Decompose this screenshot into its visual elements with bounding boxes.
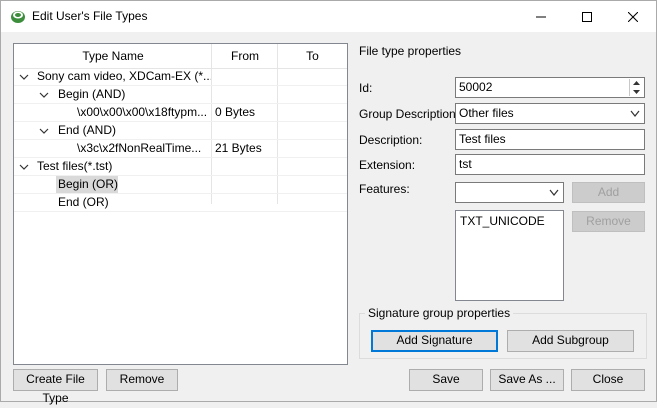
add-subgroup-button[interactable]: Add Subgroup: [507, 330, 634, 352]
features-list[interactable]: TXT_UNICODE: [455, 210, 564, 301]
spinner-buttons[interactable]: [629, 79, 643, 96]
window-title: Edit User's File Types: [32, 9, 148, 23]
chevron-down-icon[interactable]: [19, 162, 29, 172]
tree-row-selected[interactable]: Begin (OR): [14, 176, 347, 194]
add-feature-button[interactable]: Add: [572, 182, 645, 203]
row-type-name: \x3c\x2fNonRealTime...: [77, 141, 202, 155]
extension-field[interactable]: tst: [455, 154, 645, 175]
group-description-combo[interactable]: Other files: [455, 103, 645, 124]
tree-row[interactable]: Sony cam video, XDCam-EX (*...: [14, 68, 347, 86]
remove-file-type-button[interactable]: Remove: [106, 369, 178, 391]
chevron-down-icon[interactable]: [630, 110, 640, 118]
tree-row[interactable]: \x3c\x2fNonRealTime... 21 Bytes: [14, 140, 347, 158]
id-value: 50002: [459, 80, 493, 94]
row-type-name: Test files(*.tst): [37, 159, 113, 173]
signature-group-title: Signature group properties: [365, 306, 514, 320]
list-item[interactable]: TXT_UNICODE: [460, 214, 545, 228]
row-type-name: Begin (AND): [58, 87, 126, 101]
description-field[interactable]: Test files: [455, 129, 645, 150]
column-header-from[interactable]: From: [212, 44, 278, 68]
remove-feature-button[interactable]: Remove: [572, 211, 645, 232]
tree-row[interactable]: Test files(*.tst): [14, 158, 347, 176]
row-type-name: \x00\x00\x00\x18ftypm...: [77, 105, 208, 119]
add-signature-button[interactable]: Add Signature: [371, 330, 498, 352]
create-file-type-button[interactable]: Create File Type: [13, 369, 98, 405]
chevron-down-icon[interactable]: [19, 72, 29, 82]
spin-up-icon[interactable]: [630, 79, 643, 87]
tree-row[interactable]: End (AND): [14, 122, 347, 140]
id-spinner[interactable]: 50002: [455, 77, 645, 98]
features-label: Features:: [359, 182, 410, 196]
save-button[interactable]: Save: [409, 369, 483, 391]
edit-file-types-window: Edit User's File Types Type Name From To…: [0, 0, 657, 405]
tree-header: Type Name From To: [14, 44, 347, 69]
column-header-to[interactable]: To: [278, 44, 347, 68]
row-from: 21 Bytes: [215, 141, 262, 155]
properties-heading: File type properties: [359, 44, 462, 58]
title-bar[interactable]: Edit User's File Types: [1, 1, 656, 32]
group-description-value: Other files: [459, 106, 514, 120]
close-icon: [628, 11, 638, 22]
extension-label: Extension:: [359, 158, 416, 172]
row-type-name: Sony cam video, XDCam-EX (*...: [37, 69, 211, 83]
group-description-label: Group Description:: [359, 107, 460, 121]
close-button[interactable]: Close: [571, 369, 645, 391]
tree-row[interactable]: End (OR): [14, 194, 347, 212]
chevron-down-icon[interactable]: [39, 126, 49, 136]
save-as-button[interactable]: Save As ...: [490, 369, 564, 391]
tree-row[interactable]: Begin (AND): [14, 86, 347, 104]
chevron-down-icon[interactable]: [39, 90, 49, 100]
features-combo[interactable]: [455, 182, 564, 203]
maximize-icon: [582, 11, 592, 22]
id-label: Id:: [359, 81, 373, 95]
row-type-name: End (OR): [58, 195, 109, 209]
chevron-down-icon[interactable]: [549, 189, 559, 197]
maximize-button[interactable]: [564, 1, 610, 32]
row-type-name: Begin (OR): [56, 176, 118, 193]
spin-down-icon[interactable]: [630, 88, 643, 96]
tree-row[interactable]: \x00\x00\x00\x18ftypm... 0 Bytes: [14, 104, 347, 122]
file-types-tree[interactable]: Type Name From To Sony cam video, XDCam-…: [13, 43, 348, 365]
minimize-icon: [536, 16, 546, 17]
app-icon: [11, 11, 25, 23]
row-type-name: End (AND): [58, 123, 117, 137]
close-window-button[interactable]: [610, 1, 656, 32]
description-label: Description:: [359, 133, 423, 147]
column-header-type-name[interactable]: Type Name: [14, 44, 212, 68]
row-from: 0 Bytes: [215, 105, 256, 119]
minimize-button[interactable]: [518, 1, 564, 32]
